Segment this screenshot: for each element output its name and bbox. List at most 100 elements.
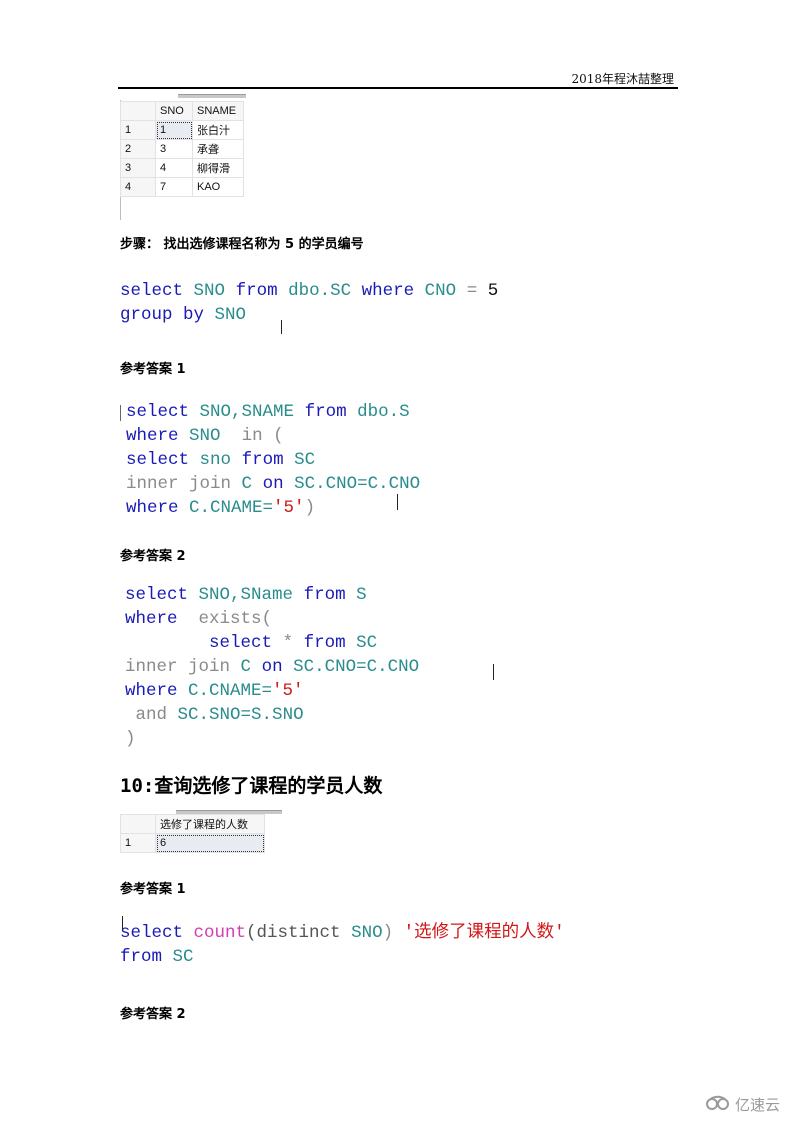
code-keyword: from — [120, 947, 163, 967]
cell-sno[interactable]: 4 — [155, 158, 193, 178]
row-number: 2 — [120, 139, 156, 159]
code-identifier: SNO,SName — [198, 585, 294, 605]
table-row[interactable]: 1 1 张白汁 — [120, 120, 244, 140]
code-operator: * — [282, 633, 294, 653]
code-identifier: SC.CNO=C.CNO — [293, 657, 420, 677]
cell-sno[interactable]: 1 — [155, 120, 193, 140]
code-keyword: from — [303, 633, 346, 653]
code-block-count: select count(distinct SNO) '选修了课程的人数' fr… — [120, 921, 565, 969]
code-operator: in — [241, 426, 263, 446]
code-punctuation: ) — [382, 923, 394, 943]
text-cursor-icon — [122, 916, 123, 930]
code-keyword: where — [125, 609, 178, 629]
answer-label-2: 参考答案 2 — [120, 549, 186, 564]
table-row[interactable]: 1 6 — [120, 833, 265, 853]
watermark: 亿速云 — [705, 1094, 780, 1115]
code-number: 5 — [487, 281, 499, 301]
code-punctuation: ( — [273, 426, 284, 446]
watermark-text: 亿速云 — [734, 1096, 780, 1114]
code-identifier: dbo.S — [357, 402, 410, 422]
code-identifier: SNO — [193, 281, 226, 301]
cell-count[interactable]: 6 — [155, 833, 265, 853]
code-identifier: sno — [199, 450, 232, 470]
answer-label-2b: 参考答案 2 — [120, 1007, 186, 1022]
code-operator: and — [135, 705, 168, 725]
code-block-answer-1: select SNO,SNAME from dbo.S where SNO in… — [126, 400, 420, 520]
cell-sno[interactable]: 7 — [155, 177, 193, 197]
code-identifier: S — [356, 585, 367, 605]
section-heading-10: 10:查询选修了课程的学员人数 — [120, 775, 383, 797]
code-keyword: select — [209, 633, 273, 653]
code-identifier: C — [241, 474, 253, 494]
code-block-answer-2: select SNO,SName from S where exists( se… — [125, 583, 419, 751]
code-identifier: SC.CNO=C.CNO — [294, 474, 421, 494]
code-identifier: SC.SNO=S.SNO — [177, 705, 304, 725]
code-identifier: C — [240, 657, 252, 677]
step-description: 步骤： 找出选修课程名称为 5 的学员编号 — [120, 237, 364, 252]
code-identifier: SC — [294, 450, 316, 470]
table-row[interactable]: 2 3 承聋 — [120, 139, 244, 159]
code-function: exists( — [198, 609, 273, 629]
grid-header-row: SNO SNAME — [120, 101, 244, 121]
row-number: 3 — [120, 158, 156, 178]
code-keyword: on — [261, 657, 283, 677]
code-identifier: SNO — [214, 305, 247, 325]
code-keyword: from — [303, 585, 346, 605]
code-keyword: on — [262, 474, 284, 494]
grid-corner-cell — [120, 814, 156, 834]
collapse-marker — [120, 405, 121, 421]
code-keyword: group by — [120, 305, 205, 325]
text-cursor-icon — [397, 494, 398, 510]
code-identifier: SNO — [351, 923, 383, 943]
code-keyword: where — [126, 426, 179, 446]
code-keyword: from — [241, 450, 284, 470]
cell-sno[interactable]: 3 — [155, 139, 193, 159]
code-function: count — [193, 923, 247, 943]
grid-tab-stub — [178, 94, 246, 98]
code-punctuation: ) — [125, 729, 136, 749]
code-identifier: SNO — [189, 426, 221, 446]
answer-label-1: 参考答案 1 — [120, 362, 186, 377]
code-keyword: (distinct — [246, 923, 341, 943]
cell-sname[interactable]: KAO — [192, 177, 244, 197]
code-identifier: SNO,SNAME — [199, 402, 295, 422]
code-keyword: from — [235, 281, 278, 301]
code-keyword: select — [120, 281, 184, 301]
code-keyword: from — [304, 402, 347, 422]
column-header-sno[interactable]: SNO — [155, 101, 193, 121]
text-cursor-icon — [493, 664, 494, 680]
code-identifier: SC — [356, 633, 378, 653]
cell-sname[interactable]: 张白汁 — [192, 120, 244, 140]
column-header-sname[interactable]: SNAME — [192, 101, 244, 121]
code-operator: inner join — [125, 657, 231, 677]
row-number: 1 — [120, 833, 156, 853]
code-identifier: C.CNAME= — [188, 681, 273, 701]
result-grid-students: SNO SNAME 1 1 张白汁 2 3 承聋 3 4 柳得滑 4 7 KAO — [120, 101, 244, 197]
code-keyword: select — [126, 450, 190, 470]
cloud-logo-icon — [705, 1095, 731, 1115]
code-identifier: C.CNAME= — [189, 498, 274, 518]
table-row[interactable]: 4 7 KAO — [120, 177, 244, 197]
code-keyword: select — [125, 585, 189, 605]
table-row[interactable]: 3 4 柳得滑 — [120, 158, 244, 178]
code-identifier: dbo.SC — [288, 281, 352, 301]
text-cursor-icon — [281, 320, 282, 334]
code-keyword: where — [361, 281, 415, 301]
code-keyword: select — [120, 923, 184, 943]
code-string: '5' — [273, 498, 305, 518]
grid-header-row: 选修了课程的人数 — [120, 814, 265, 834]
code-keyword: where — [126, 498, 179, 518]
result-grid-count: 选修了课程的人数 1 6 — [120, 814, 265, 853]
cell-sname[interactable]: 承聋 — [192, 139, 244, 159]
code-operator: inner join — [126, 474, 232, 494]
code-string: '5' — [272, 681, 304, 701]
row-number: 4 — [120, 177, 156, 197]
code-operator: = — [466, 281, 478, 301]
column-header-count[interactable]: 选修了课程的人数 — [155, 814, 265, 834]
code-identifier: CNO — [424, 281, 457, 301]
code-punctuation: ) — [304, 498, 316, 518]
code-identifier: SC — [172, 947, 194, 967]
cell-sname[interactable]: 柳得滑 — [192, 158, 244, 178]
row-number: 1 — [120, 120, 156, 140]
code-block-step: select SNO from dbo.SC where CNO = 5 gro… — [120, 279, 498, 327]
